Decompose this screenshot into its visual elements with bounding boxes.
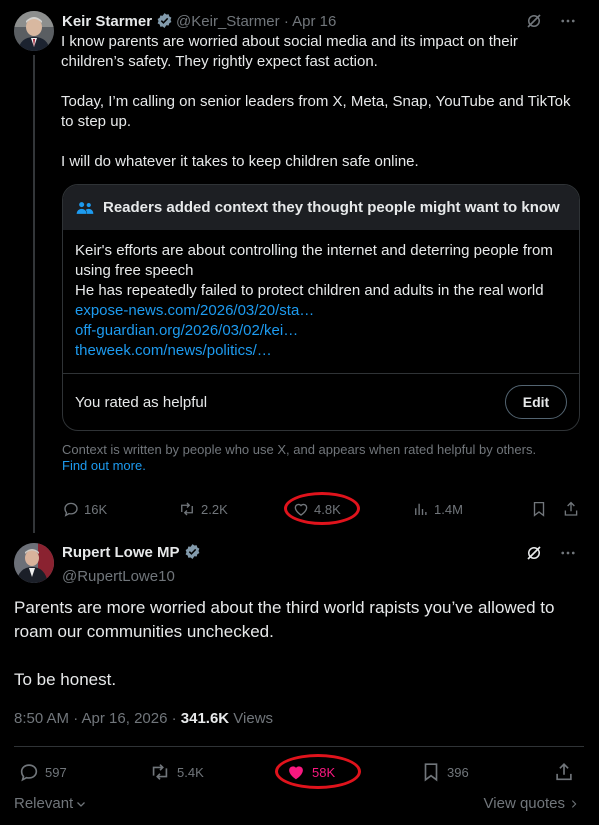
disclaimer-text: Context is written by people who use X, … [62, 442, 537, 457]
share-icon [556, 763, 572, 781]
note-source-link[interactable]: off-guardian.org/2026/03/02/kei… [75, 321, 567, 341]
find-out-more-link[interactable]: Find out more. [62, 458, 146, 473]
reply-button[interactable]: 597 [18, 760, 67, 784]
like-count: 58K [312, 764, 336, 780]
share-button[interactable] [553, 760, 575, 784]
bookmark-button[interactable] [530, 498, 548, 520]
community-note-rating: You rated as helpful Edit [63, 373, 579, 430]
tweet-paragraph: Parents are more worried about the third… [14, 598, 555, 641]
reply-button[interactable]: 16K [62, 498, 107, 520]
author-name[interactable]: Keir Starmer [62, 13, 152, 30]
tweet2-meta: 8:50 AM · Apr 16, 2026 · 341.6K Views [14, 710, 273, 727]
tweet-paragraph: I know parents are worried about social … [61, 33, 518, 70]
edit-rating-button[interactable]: Edit [505, 385, 567, 419]
more-options-icon[interactable] [559, 544, 577, 567]
repost-button[interactable]: 2.2K [177, 498, 228, 520]
tweet2-top-actions [525, 544, 577, 567]
chevron-down-icon [77, 801, 86, 807]
tweet1-header: Keir Starmer @Keir_Starmer · Apr 16 [62, 12, 336, 34]
tweet2-header: Rupert Lowe MP @RupertLowe10 [62, 543, 204, 586]
repost-button[interactable]: 5.4K [148, 760, 204, 784]
reply-icon [64, 502, 78, 517]
thread-line [33, 55, 35, 533]
verified-badge-icon [156, 12, 173, 34]
author-name[interactable]: Rupert Lowe MP [62, 544, 180, 561]
views-count: 1.4M [434, 501, 463, 517]
repost-count: 5.4K [177, 764, 204, 780]
tweet1-text: I know parents are worried about social … [61, 32, 581, 192]
avatar-rupert-lowe[interactable] [14, 543, 54, 583]
note-source-link[interactable]: expose-news.com/2026/03/20/sta… [75, 301, 567, 321]
heart-filled-icon [289, 766, 303, 780]
verified-badge-icon [184, 543, 201, 565]
note-disclaimer: Context is written by people who use X, … [62, 442, 582, 474]
avatar-keir-starmer[interactable] [14, 11, 54, 51]
views-label: Views [229, 710, 274, 727]
views-button[interactable]: 1.4M [412, 498, 463, 520]
reply-icon [20, 764, 38, 782]
view-quotes-label: View quotes [483, 795, 565, 812]
repost-icon [152, 764, 168, 780]
share-button[interactable] [562, 498, 580, 520]
tweet-paragraph: I will do whatever it takes to keep chil… [61, 153, 419, 170]
tweet1-action-bar: 16K 2.2K 4.8K 1.4M [62, 498, 582, 520]
readers-people-icon [76, 201, 94, 214]
bookmark-button[interactable]: 396 [420, 760, 469, 784]
tweet2-action-bar: 597 5.4K 58K 396 [18, 760, 578, 784]
author-handle[interactable]: @RupertLowe10 [62, 568, 204, 586]
tweet-timestamp[interactable]: 8:50 AM · Apr 16, 2026 · [14, 710, 181, 727]
bookmark-count: 396 [447, 764, 469, 780]
share-icon [564, 501, 578, 516]
views-count: 341.6K [180, 710, 230, 727]
tweet-paragraph: To be honest. [14, 670, 117, 689]
tweet-paragraph: Today, I’m calling on senior leaders fro… [61, 93, 571, 130]
reply-count: 16K [84, 501, 108, 517]
bookmark-icon [533, 501, 545, 517]
sort-replies-dropdown[interactable]: Relevant [14, 795, 87, 812]
community-note-title: Readers added context they thought peopl… [103, 199, 560, 216]
reply-count: 597 [45, 764, 67, 780]
note-text-line: Keir's efforts are about controlling the… [75, 242, 553, 279]
chevron-right-icon [571, 799, 577, 808]
rating-status: You rated as helpful [75, 393, 208, 411]
community-note-header[interactable]: Readers added context they thought peopl… [63, 185, 579, 230]
note-source-link[interactable]: theweek.com/news/politics/… [75, 341, 567, 361]
like-button-active[interactable]: 58K [285, 760, 335, 784]
community-note-body: Keir's efforts are about controlling the… [63, 230, 579, 373]
tweet-date[interactable]: Apr 16 [292, 13, 336, 30]
repost-count: 2.2K [201, 501, 228, 517]
sort-label: Relevant [14, 795, 74, 812]
heart-icon [294, 503, 308, 516]
views-chart-icon [415, 503, 427, 515]
note-text-line: He has repeatedly failed to protect chil… [75, 282, 544, 299]
repost-icon [181, 502, 193, 516]
tweet2-text: Parents are more worried about the third… [14, 596, 584, 716]
community-note: Readers added context they thought peopl… [62, 184, 580, 431]
grok-icon[interactable] [525, 544, 543, 567]
separator-dot: · [283, 13, 289, 30]
bookmark-icon [424, 763, 438, 782]
view-quotes-link[interactable]: View quotes [484, 795, 579, 812]
divider [14, 746, 584, 747]
author-handle[interactable]: @Keir_Starmer [176, 13, 280, 30]
like-count: 4.8K [314, 501, 341, 517]
like-button[interactable]: 4.8K [292, 498, 341, 520]
